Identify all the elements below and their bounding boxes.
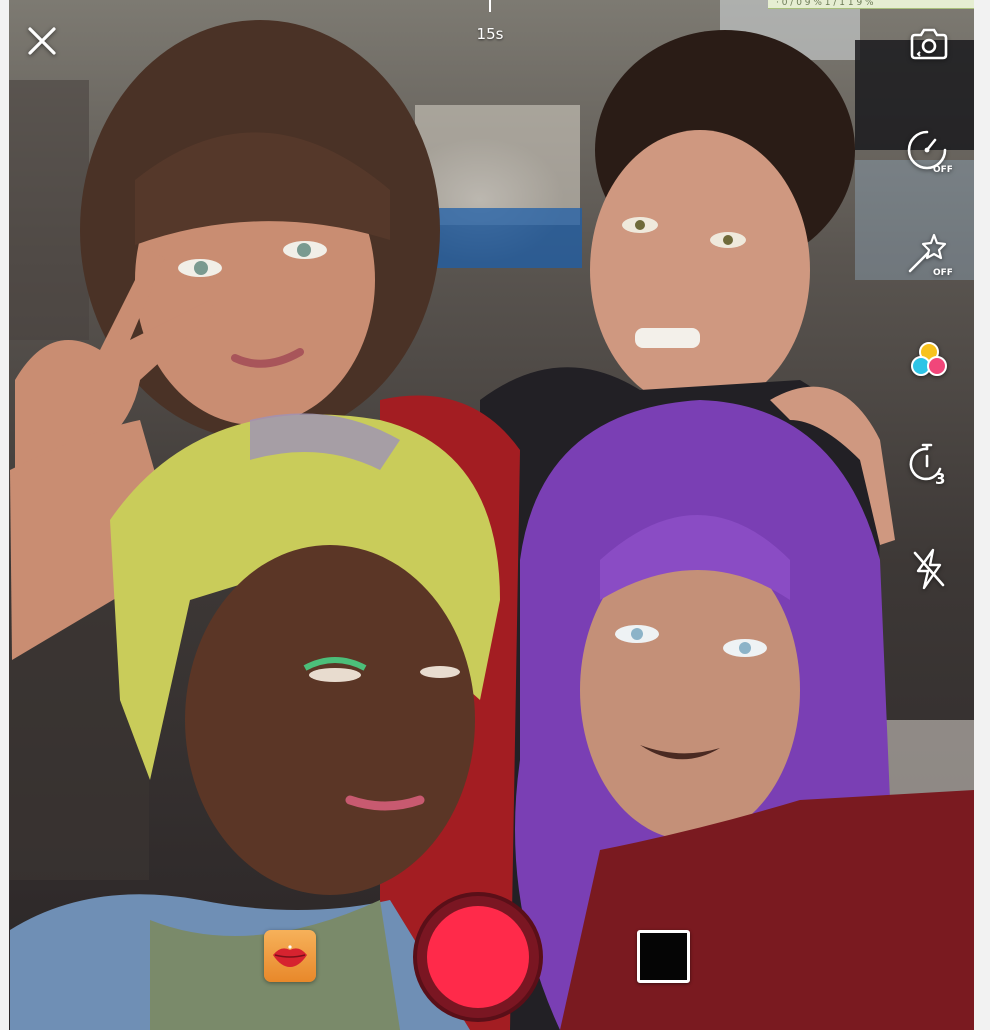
close-button[interactable] [18, 17, 66, 65]
effects-button[interactable] [264, 930, 316, 982]
record-time-limit-label: 15s [476, 25, 504, 43]
status-strip: · 0 / 0 9 % 1 / 1 1 9 % [768, 0, 974, 9]
countdown-timer-button[interactable]: 3 [905, 440, 953, 488]
lips-effect-icon [273, 945, 307, 967]
countdown-value: 3 [935, 470, 945, 487]
camera-flip-icon [910, 28, 948, 60]
color-filter-icon [911, 342, 947, 376]
speed-off-badge: OFF [933, 165, 952, 174]
record-progress-tick [489, 0, 491, 12]
close-icon [28, 27, 56, 55]
beauty-wand-off-icon: OFF [908, 233, 952, 277]
gallery-thumbnail[interactable] [637, 930, 690, 983]
beauty-off-button[interactable]: OFF [905, 230, 953, 278]
speed-off-icon: OFF [907, 130, 952, 174]
flash-off-icon [913, 548, 945, 590]
record-button-inner [427, 906, 529, 1008]
camera-preview [0, 0, 990, 1030]
camera-flip-button[interactable] [905, 20, 953, 68]
flash-off-button[interactable] [905, 545, 953, 593]
camera-scene-image [9, 0, 975, 1030]
speed-off-button[interactable]: OFF [905, 127, 953, 175]
frame-border-left [0, 0, 9, 1030]
beauty-off-badge: OFF [933, 268, 952, 277]
countdown-3s-icon: 3 [909, 443, 945, 487]
frame-border-right [974, 0, 990, 1030]
color-filter-button[interactable] [905, 337, 953, 385]
record-button[interactable] [413, 892, 543, 1022]
